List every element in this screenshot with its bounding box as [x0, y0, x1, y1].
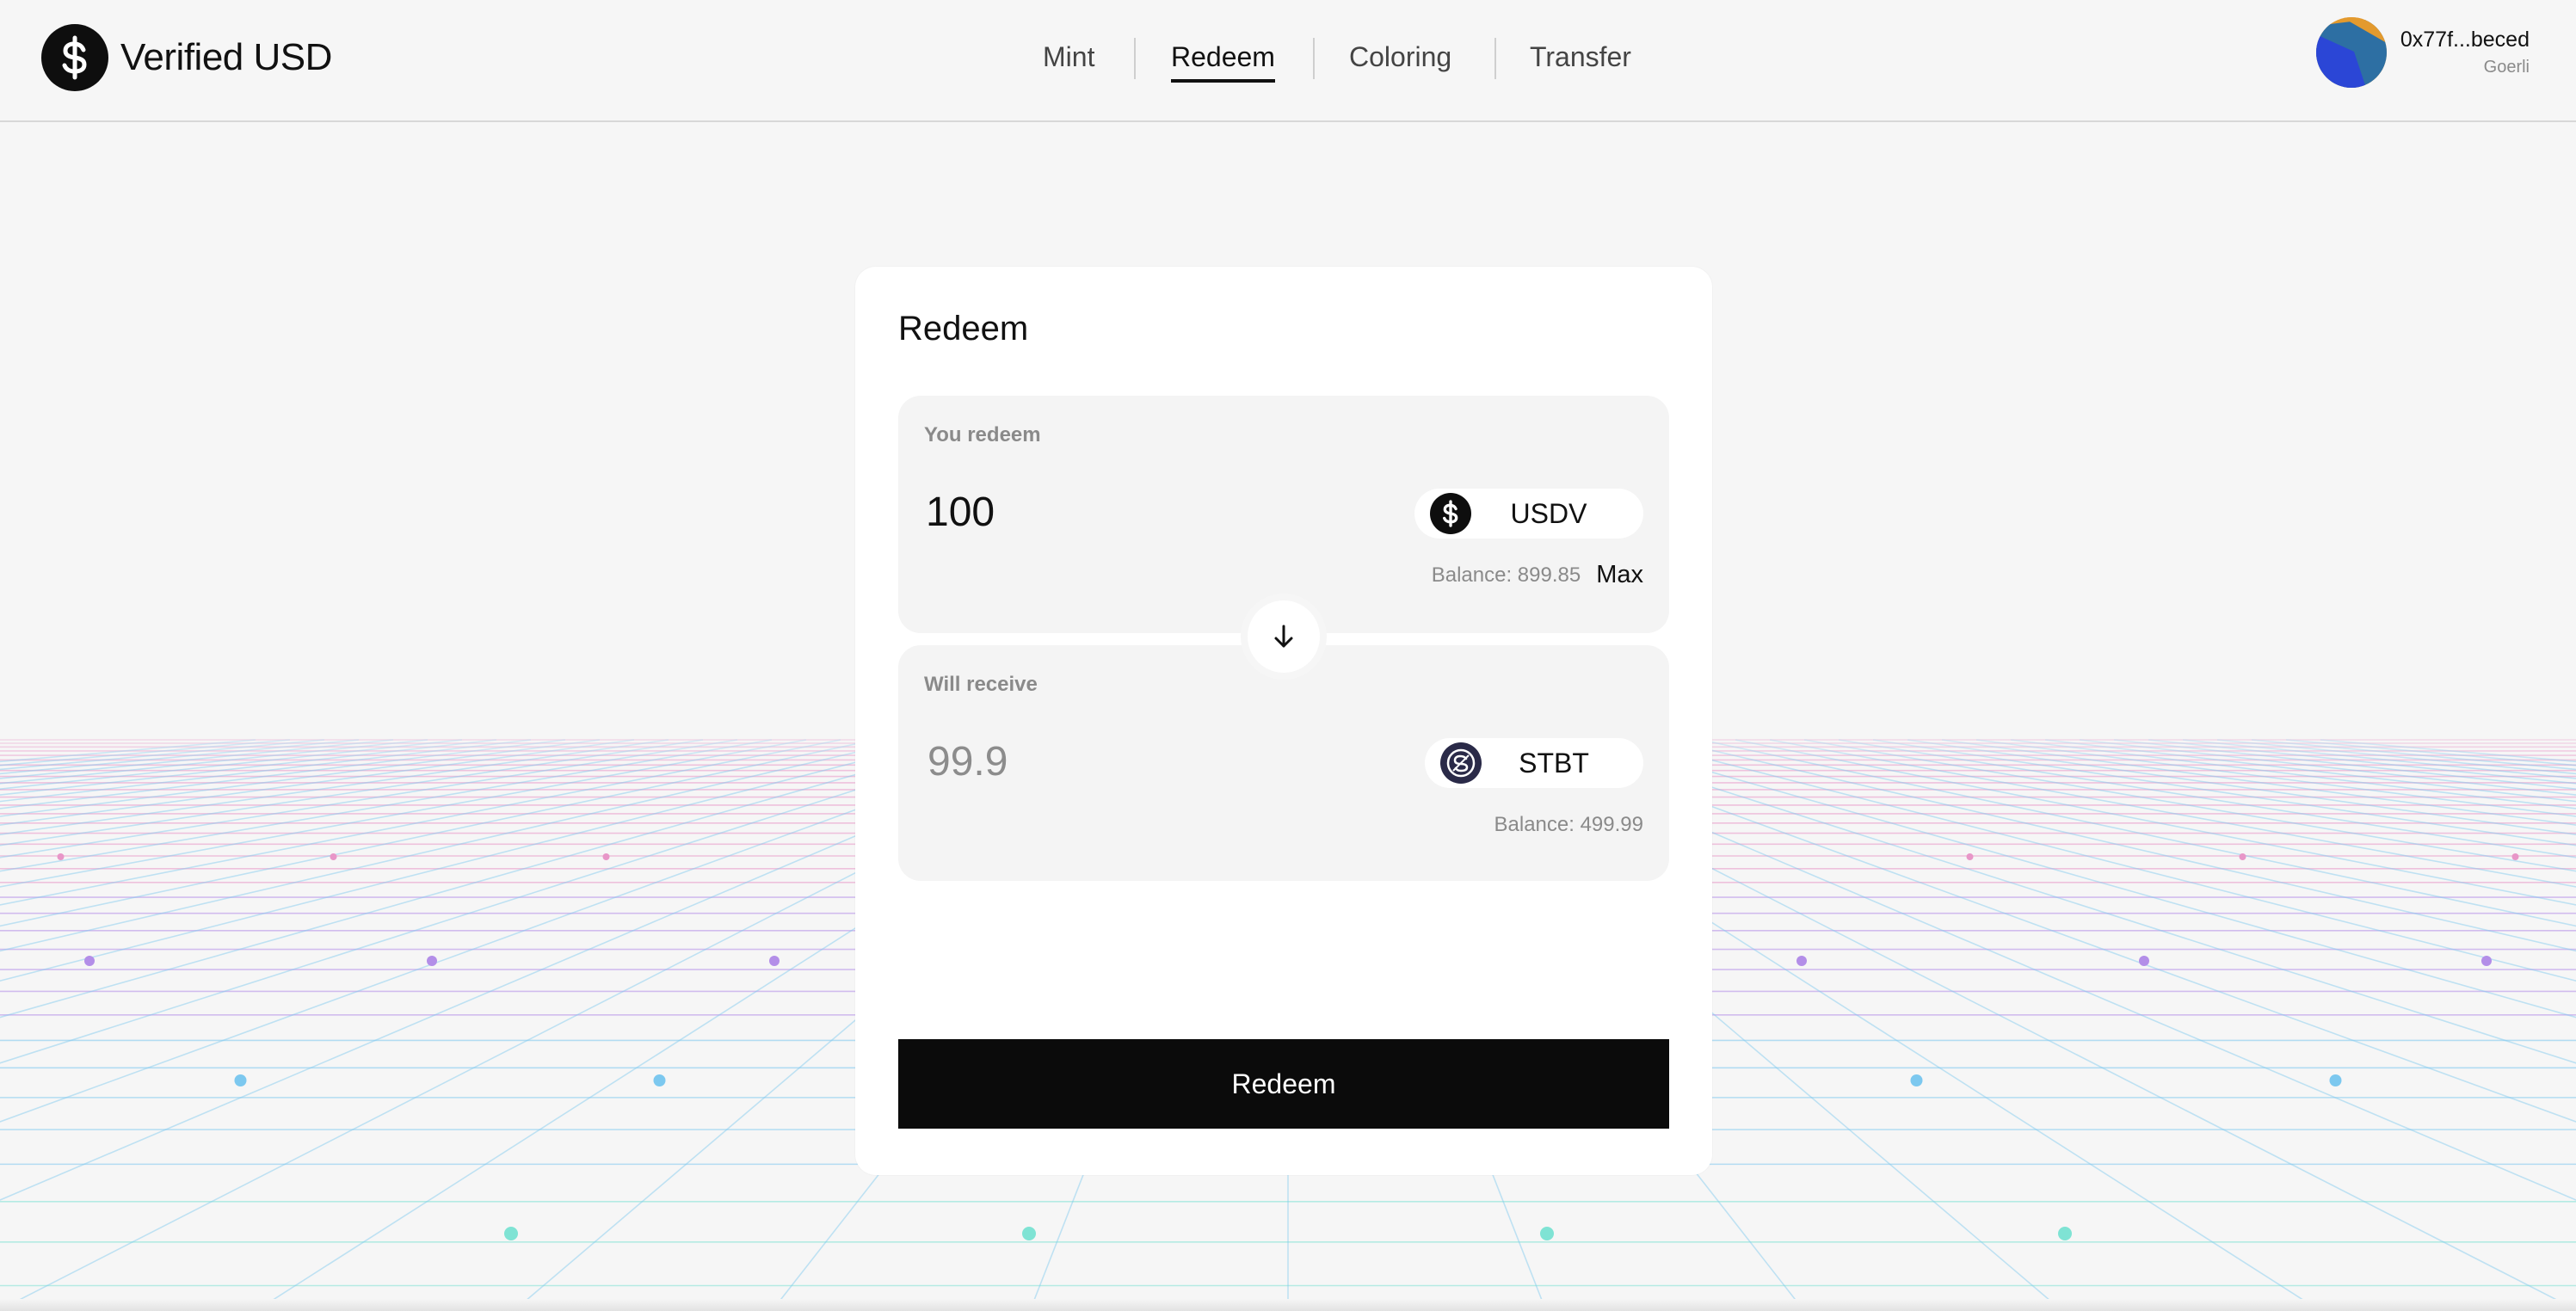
- bottom-edge: [0, 1299, 2576, 1311]
- token-select-usdv[interactable]: USDV: [1414, 489, 1643, 539]
- token-name: USDV: [1510, 497, 1587, 529]
- top-header: Verified USD Mint Redeem Coloring Transf…: [0, 0, 2576, 122]
- wallet-button[interactable]: 0x77f...beced Goerli: [2315, 17, 2530, 88]
- redeem-card: Redeem You redeem USDV Balance: 899.85 M…: [855, 267, 1712, 1175]
- nav-divider: [1134, 38, 1136, 79]
- max-button[interactable]: Max: [1596, 561, 1643, 589]
- redeem-submit-button[interactable]: Redeem: [898, 1039, 1669, 1129]
- dollar-coin-icon: [1430, 493, 1471, 534]
- token-name: STBT: [1519, 747, 1589, 779]
- tab-coloring[interactable]: Coloring: [1349, 38, 1451, 83]
- redeem-to-panel: Will receive 99.9 STBT Balance: 499.99: [898, 645, 1669, 881]
- tab-mint[interactable]: Mint: [1043, 38, 1094, 83]
- stbt-coin-icon: [1440, 742, 1482, 784]
- arrow-down-icon: [1274, 625, 1293, 648]
- tab-redeem[interactable]: Redeem: [1171, 38, 1275, 83]
- token-select-stbt[interactable]: STBT: [1425, 738, 1643, 788]
- nav-divider: [1494, 38, 1496, 79]
- network-name: Goerli: [2483, 58, 2530, 77]
- nav-divider: [1313, 38, 1315, 79]
- card-title: Redeem: [898, 310, 1029, 348]
- to-label: Will receive: [924, 673, 1038, 696]
- from-label: You redeem: [924, 423, 1041, 446]
- tab-transfer[interactable]: Transfer: [1530, 38, 1631, 83]
- redeem-amount-input[interactable]: [926, 482, 1356, 542]
- to-balance: Balance: 499.99: [1494, 813, 1643, 836]
- wallet-avatar: [2315, 17, 2387, 88]
- swap-direction-button[interactable]: [1241, 594, 1327, 680]
- from-balance: Balance: 899.85: [1431, 563, 1581, 587]
- receive-amount: 99.9: [927, 739, 1008, 785]
- wallet-address: 0x77f...beced: [2400, 28, 2530, 52]
- main-nav: Mint Redeem Coloring Transfer: [0, 0, 2576, 120]
